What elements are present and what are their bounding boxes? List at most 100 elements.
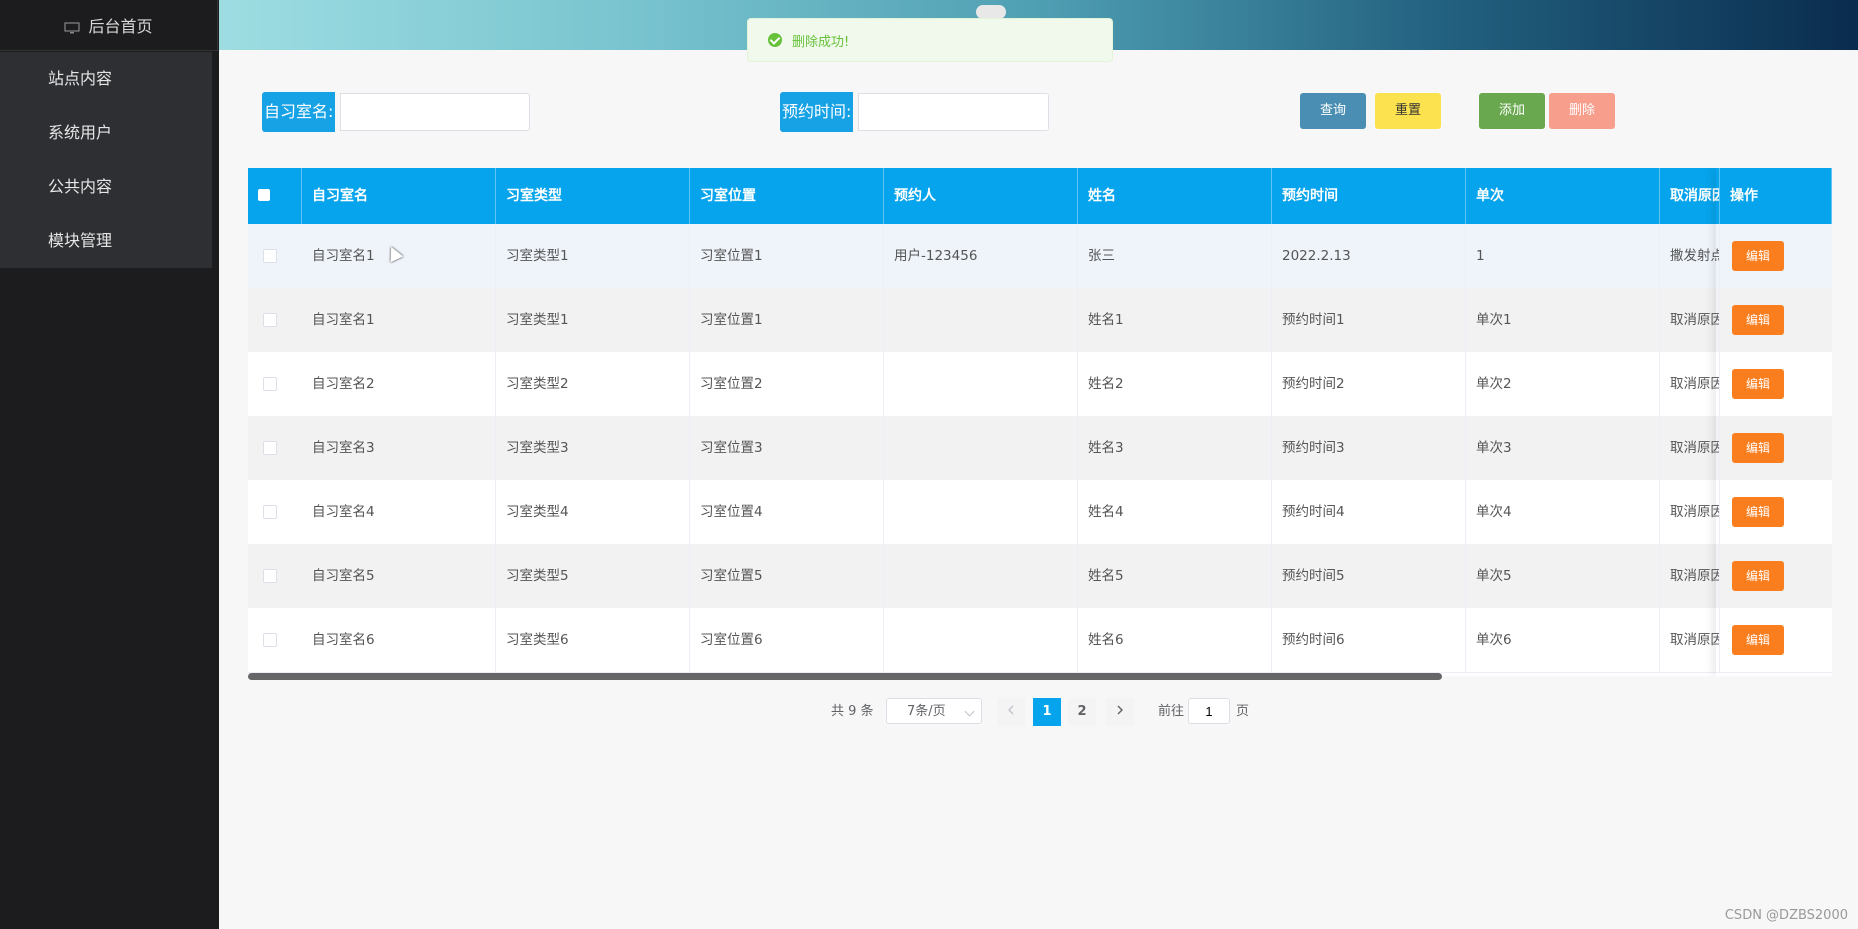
- next-page-button[interactable]: [1106, 698, 1134, 726]
- reset-button[interactable]: 重置: [1375, 93, 1441, 129]
- chevron-down-icon: [964, 706, 975, 717]
- query-button[interactable]: 查询: [1300, 93, 1366, 129]
- booking-time-input[interactable]: [858, 93, 1049, 131]
- single-cell: 1: [1466, 224, 1660, 288]
- booking-time-cell: 预约时间4: [1272, 480, 1466, 544]
- table-row[interactable]: 自习室名4 习室类型4 习室位置4 姓名4 预约时间4 单次4 取消原因: [248, 480, 1832, 545]
- page-1-button[interactable]: 1: [1033, 698, 1061, 726]
- table-header: 自习室名 习室类型 习室位置 预约人 姓名 预约时间 单次 取消原因 操作: [248, 168, 1832, 224]
- horizontal-scrollbar[interactable]: [248, 673, 1442, 680]
- room-location-cell: 习室位置5: [690, 544, 884, 608]
- single-cell: 单次5: [1466, 544, 1660, 608]
- row-checkbox[interactable]: [263, 313, 277, 327]
- sidebar: 后台首页 站点内容 系统用户 公共内容 模块管理: [0, 0, 219, 929]
- single-cell: 单次6: [1466, 608, 1660, 672]
- edit-button[interactable]: 编辑: [1732, 433, 1784, 463]
- name-cell: 姓名4: [1078, 480, 1272, 544]
- booking-time-cell: 2022.2.13: [1272, 224, 1466, 288]
- select-all-cell: [248, 168, 302, 224]
- name-cell: 姓名1: [1078, 288, 1272, 352]
- page-2-button[interactable]: 2: [1068, 698, 1096, 726]
- cancel-reason-cell: 取消原因: [1660, 544, 1720, 608]
- edit-button[interactable]: 编辑: [1732, 305, 1784, 335]
- add-button[interactable]: 添加: [1479, 93, 1545, 129]
- room-type-cell: 习室类型1: [496, 288, 690, 352]
- room-location-cell: 习室位置2: [690, 352, 884, 416]
- room-name-input[interactable]: [340, 93, 530, 131]
- pagination-total: 共 9 条: [831, 704, 874, 719]
- table-row[interactable]: 自习室名6 习室类型6 习室位置6 姓名6 预约时间6 单次6 取消原因: [248, 608, 1832, 673]
- row-checkbox[interactable]: [263, 377, 277, 391]
- room-type-cell: 习室类型4: [496, 480, 690, 544]
- table-row[interactable]: 自习室名1 习室类型1 习室位置1 用户-123456 张三 2022.2.13 1 撒发射点: [248, 224, 1832, 289]
- table-row[interactable]: 自习室名5 习室类型5 习室位置5 姓名5 预约时间5 单次5 取消原因: [248, 544, 1832, 609]
- booker-cell: [884, 480, 1078, 544]
- sidebar-item-module-management[interactable]: 模块管理: [0, 214, 212, 268]
- room-name-cell: 自习室名4: [302, 480, 496, 544]
- single-cell: 单次1: [1466, 288, 1660, 352]
- room-name-cell: 自习室名1: [302, 288, 496, 352]
- booker-cell: [884, 352, 1078, 416]
- col-room-type[interactable]: 习室类型: [496, 168, 690, 224]
- name-cell: 姓名6: [1078, 608, 1272, 672]
- edit-button[interactable]: 编辑: [1732, 625, 1784, 655]
- edit-button[interactable]: 编辑: [1732, 369, 1784, 399]
- name-cell: 姓名3: [1078, 416, 1272, 480]
- page-size-select[interactable]: 7条/页: [886, 698, 982, 724]
- row-checkbox[interactable]: [263, 633, 277, 647]
- row-checkbox[interactable]: [263, 505, 277, 519]
- booker-cell: 用户-123456: [884, 224, 1078, 288]
- sidebar-item-site-content[interactable]: 站点内容: [0, 52, 212, 106]
- sidebar-home[interactable]: 后台首页: [0, 0, 218, 51]
- edit-button[interactable]: 编辑: [1732, 561, 1784, 591]
- booker-cell: [884, 608, 1078, 672]
- sidebar-item-public-content[interactable]: 公共内容: [0, 160, 212, 214]
- delete-button[interactable]: 删除: [1549, 93, 1615, 129]
- toast-message: 删除成功!: [792, 34, 850, 50]
- booking-time-cell: 预约时间6: [1272, 608, 1466, 672]
- sidebar-item-system-users[interactable]: 系统用户: [0, 106, 212, 160]
- edit-button[interactable]: 编辑: [1732, 497, 1784, 527]
- room-name-cell: 自习室名3: [302, 416, 496, 480]
- prev-page-button[interactable]: [997, 698, 1025, 726]
- page-size-value: 7条/页: [907, 704, 946, 719]
- table-row[interactable]: 自习室名3 习室类型3 习室位置3 姓名3 预约时间3 单次3 取消原因: [248, 416, 1832, 481]
- select-all-checkbox[interactable]: [258, 189, 270, 201]
- col-single[interactable]: 单次: [1466, 168, 1660, 224]
- booking-time-cell: 预约时间3: [1272, 416, 1466, 480]
- col-booking-time[interactable]: 预约时间: [1272, 168, 1466, 224]
- row-checkbox[interactable]: [263, 569, 277, 583]
- col-booker[interactable]: 预约人: [884, 168, 1078, 224]
- edit-button[interactable]: 编辑: [1732, 241, 1784, 271]
- room-location-cell: 习室位置6: [690, 608, 884, 672]
- room-type-cell: 习室类型5: [496, 544, 690, 608]
- single-cell: 单次4: [1466, 480, 1660, 544]
- cancel-reason-cell: 撒发射点: [1660, 224, 1720, 288]
- col-room-location[interactable]: 习室位置: [690, 168, 884, 224]
- room-name-cell: 自习室名5: [302, 544, 496, 608]
- chevron-right-icon: [1117, 705, 1123, 715]
- col-cancel-reason[interactable]: 取消原因: [1660, 168, 1720, 224]
- single-cell: 单次2: [1466, 352, 1660, 416]
- row-checkbox[interactable]: [263, 441, 277, 455]
- booking-time-cell: 预约时间5: [1272, 544, 1466, 608]
- booker-cell: [884, 544, 1078, 608]
- room-name-label: 自习室名:: [262, 92, 336, 132]
- room-location-cell: 习室位置1: [690, 224, 884, 288]
- goto-prefix: 前往: [1158, 704, 1185, 719]
- room-type-cell: 习室类型2: [496, 352, 690, 416]
- goto-page-input[interactable]: [1188, 698, 1230, 724]
- cancel-reason-cell: 取消原因: [1660, 608, 1720, 672]
- goto-suffix: 页: [1236, 704, 1250, 719]
- row-checkbox[interactable]: [263, 249, 277, 263]
- table-row[interactable]: 自习室名2 习室类型2 习室位置2 姓名2 预约时间2 单次2 取消原因: [248, 352, 1832, 417]
- name-cell: 张三: [1078, 224, 1272, 288]
- booker-cell: [884, 288, 1078, 352]
- col-name[interactable]: 姓名: [1078, 168, 1272, 224]
- cancel-reason-cell: 取消原因: [1660, 352, 1720, 416]
- room-name-cell: 自习室名6: [302, 608, 496, 672]
- table-row[interactable]: 自习室名1 习室类型1 习室位置1 姓名1 预约时间1 单次1 取消原因: [248, 288, 1832, 353]
- col-room-name[interactable]: 自习室名: [302, 168, 496, 224]
- check-circle-icon: [768, 33, 782, 47]
- avatar[interactable]: [976, 5, 1006, 19]
